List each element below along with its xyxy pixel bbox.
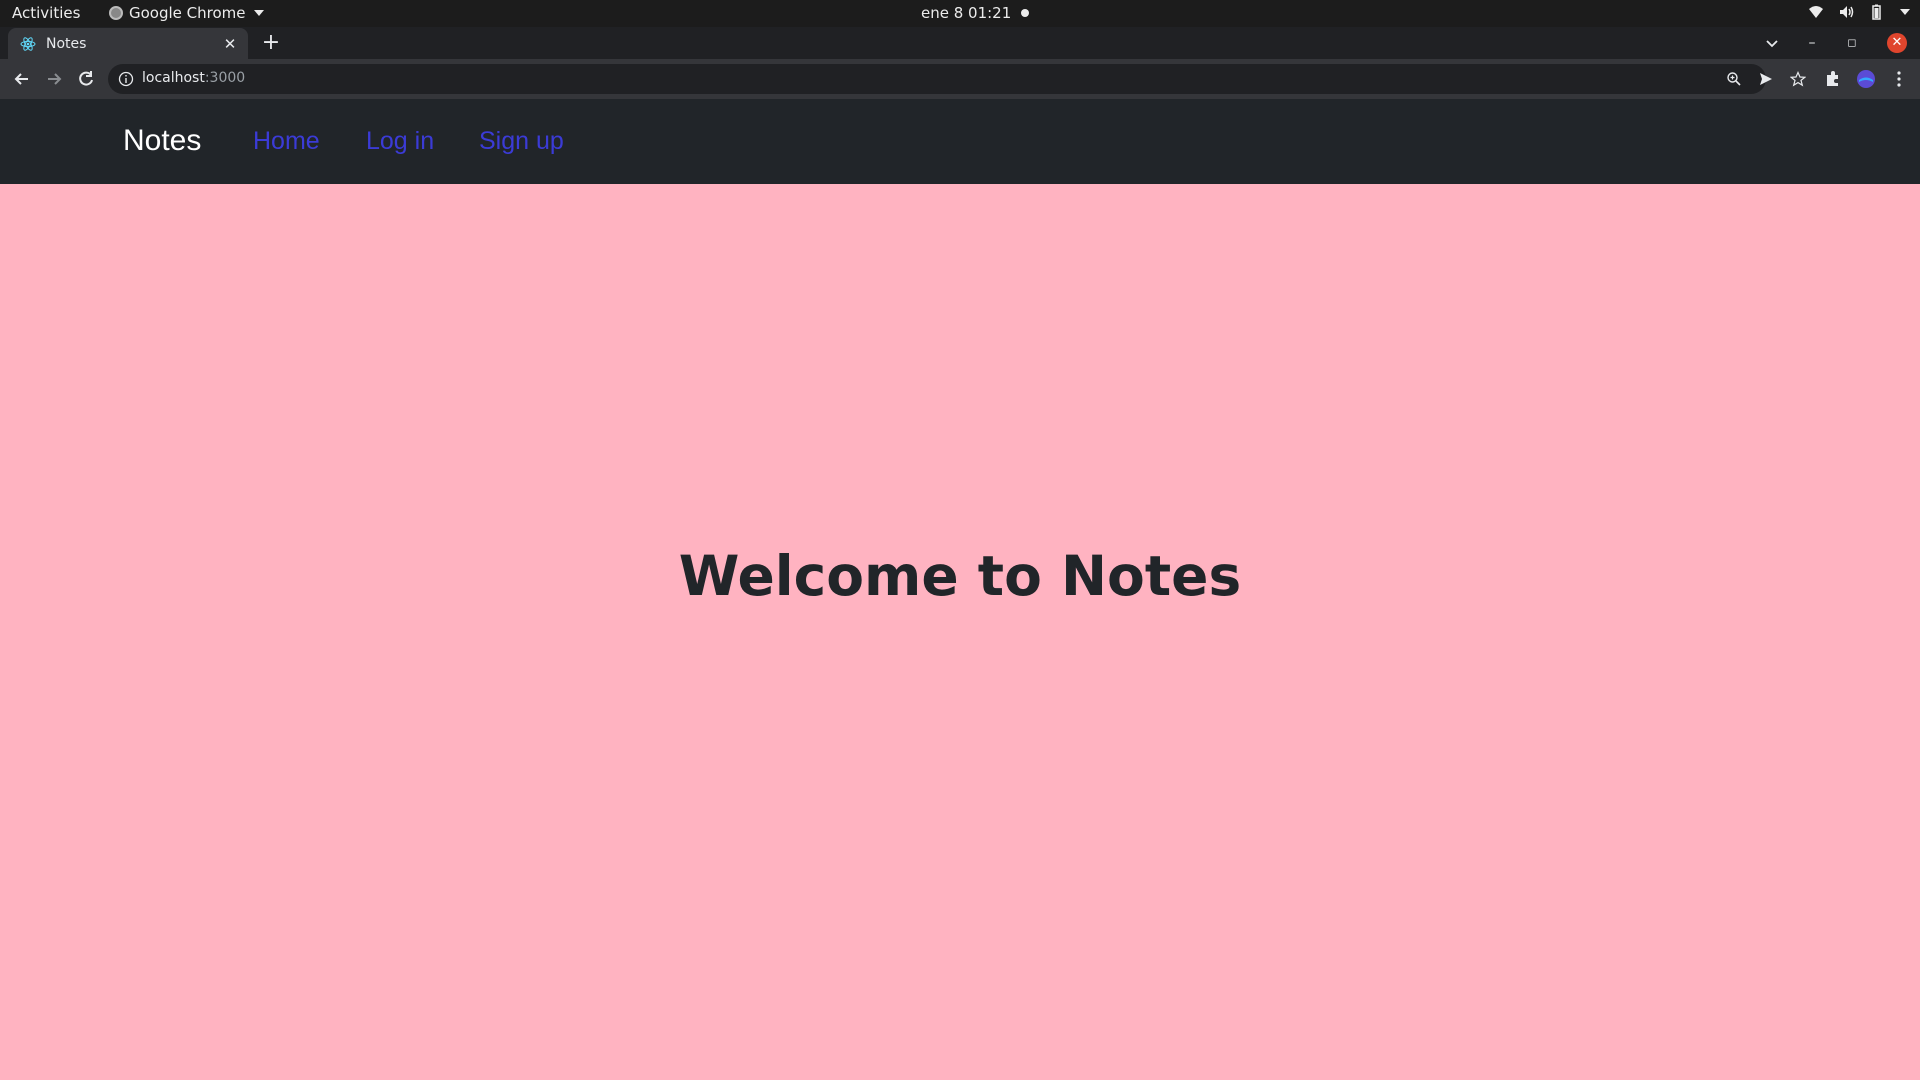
site-info-icon[interactable] [118, 71, 134, 87]
back-arrow-icon[interactable] [12, 69, 32, 89]
new-tab-icon[interactable]: + [260, 32, 282, 54]
navbar-brand[interactable]: Notes [123, 124, 201, 158]
system-top-bar: Activities Google Chrome ene 8 01:21 [0, 0, 1920, 27]
notification-dot-icon [1021, 9, 1030, 17]
chrome-menu-icon[interactable] [1889, 69, 1909, 89]
nav-link-sign-up[interactable]: Sign up [479, 127, 564, 156]
wifi-icon [1809, 6, 1823, 18]
battery-icon [1872, 4, 1881, 20]
nav-link-home[interactable]: Home [253, 127, 320, 156]
app-menu-label: Google Chrome [129, 4, 246, 22]
activities-button[interactable]: Activities [12, 4, 80, 22]
tab-close-icon[interactable]: ✕ [220, 34, 240, 54]
forward-arrow-icon[interactable] [44, 69, 64, 89]
react-favicon-icon [20, 36, 36, 51]
app-menu[interactable]: Google Chrome [109, 4, 264, 22]
profile-avatar-icon[interactable] [1856, 69, 1876, 89]
url-port: :3000 [204, 70, 246, 86]
clock-label: ene 8 01:21 [921, 4, 1012, 22]
system-menu-caret-icon [1900, 9, 1910, 15]
tab-strip: Notes ✕ + – ◻ ✕ [0, 27, 1920, 59]
url-host: localhost [142, 70, 205, 86]
page-content: Notes Home Log in Sign up Welcome to Not… [0, 99, 1920, 1080]
window-close-icon[interactable]: ✕ [1887, 33, 1907, 53]
site-navbar: Notes Home Log in Sign up [0, 99, 1920, 184]
volume-icon [1840, 6, 1854, 18]
caret-down-icon [253, 10, 264, 16]
maximize-icon[interactable]: ◻ [1842, 33, 1862, 53]
browser-toolbar: localhost:3000 [0, 59, 1920, 99]
nav-link-log-in[interactable]: Log in [366, 127, 434, 156]
tab-title: Notes [46, 35, 87, 52]
address-bar[interactable]: localhost:3000 [108, 64, 1806, 94]
bookmark-star-icon[interactable] [1790, 71, 1806, 87]
url-text: localhost:3000 [142, 70, 245, 86]
minimize-icon[interactable]: – [1802, 33, 1822, 53]
clock[interactable]: ene 8 01:21 [921, 4, 1030, 22]
system-tray[interactable] [1808, 4, 1910, 20]
tab-search-chevron-icon[interactable] [1764, 35, 1780, 51]
tab-notes[interactable]: Notes ✕ [8, 28, 248, 59]
chrome-app-icon [109, 6, 123, 20]
extensions-puzzle-icon[interactable] [1823, 69, 1843, 89]
send-icon[interactable] [1758, 71, 1774, 87]
zoom-icon[interactable] [1726, 71, 1742, 87]
welcome-heading: Welcome to Notes [678, 544, 1242, 608]
reload-icon[interactable] [76, 69, 96, 89]
